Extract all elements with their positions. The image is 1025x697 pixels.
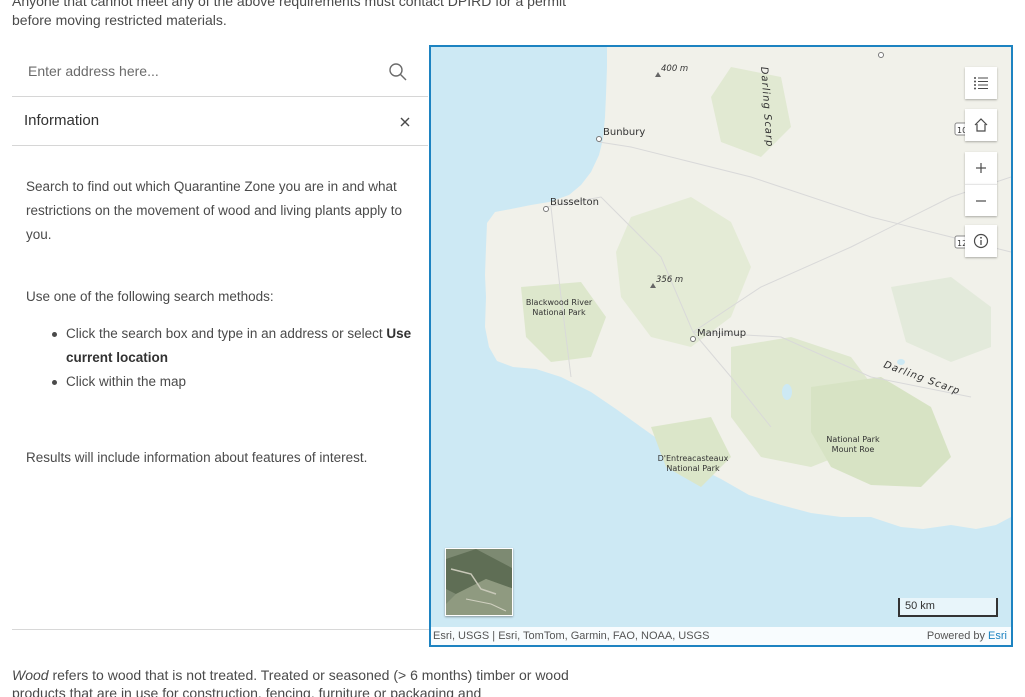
- wood-term: Wood: [12, 667, 49, 683]
- search-widget: [12, 47, 428, 97]
- map-label-busselton: Busselton: [550, 197, 599, 208]
- info-panel-header: Information: [12, 97, 428, 146]
- list-item: Click within the map: [52, 370, 418, 394]
- zoom-out-button[interactable]: [965, 184, 997, 216]
- search-methods-list: Click the search box and type in an addr…: [52, 322, 418, 394]
- address-search-input[interactable]: [18, 55, 378, 87]
- map-view[interactable]: Bunbury Busselton Manjimup Blackwood Riv…: [429, 45, 1013, 647]
- map-label-mount-roe: Mount Roe: [832, 445, 875, 454]
- town-marker: [690, 336, 696, 342]
- info-panel-body: Search to find out which Quarantine Zone…: [26, 175, 418, 470]
- home-button[interactable]: [965, 109, 997, 141]
- powered-by-text: Powered by: [926, 630, 985, 642]
- zoom-in-icon: [976, 163, 986, 173]
- zoom-out-icon: [976, 200, 986, 202]
- scale-bar: 50 km: [898, 598, 998, 617]
- wood-definition-paragraph: Wood refers to wood that is not treated.…: [12, 666, 572, 697]
- map-label-manjimup: Manjimup: [697, 328, 746, 339]
- home-icon: [974, 118, 988, 132]
- info-description: Search to find out which Quarantine Zone…: [26, 179, 402, 242]
- map-label-dentreacasteaux-np: National Park: [666, 464, 720, 473]
- map-attribution: Esri, USGS | Esri, TomTom, Garmin, FAO, …: [431, 627, 1011, 645]
- legend-button[interactable]: [965, 67, 997, 99]
- basemap-toggle[interactable]: [445, 548, 513, 616]
- map-label-blackwood-river: Blackwood River: [526, 298, 593, 307]
- attribution-text[interactable]: Esri, USGS | Esri, TomTom, Garmin, FAO, …: [433, 630, 709, 642]
- map-label-np-mount-roe: National Park: [826, 435, 880, 444]
- town-marker: [543, 206, 549, 212]
- search-methods-heading: Use one of the following search methods:: [26, 289, 274, 304]
- map-label-blackwood-np: National Park: [532, 308, 586, 317]
- basemap[interactable]: Bunbury Busselton Manjimup Blackwood Riv…: [431, 47, 1011, 645]
- search-icon[interactable]: [386, 60, 410, 84]
- map-label-elevation-356: 356 m: [656, 275, 683, 285]
- map-label-bunbury: Bunbury: [603, 127, 645, 138]
- lake: [782, 384, 792, 400]
- town-marker: [878, 52, 884, 58]
- legend-icon: [974, 77, 988, 90]
- list-item-text: Click within the map: [66, 374, 187, 389]
- search-info-panel: Information Search to find out which Qua…: [12, 47, 428, 629]
- scale-label: 50 km: [905, 600, 935, 612]
- intro-paragraph: Anyone that cannot meet any of the above…: [12, 0, 567, 28]
- zoom-in-button[interactable]: [965, 152, 997, 184]
- list-item: Click the search box and type in an addr…: [52, 322, 418, 370]
- powered-by: Powered by Esri: [927, 630, 1007, 642]
- esri-link[interactable]: Esri: [988, 630, 1007, 642]
- wood-definition-text: refers to wood that is not treated. Trea…: [12, 667, 569, 697]
- map-label-elevation-400: 400 m: [661, 64, 688, 74]
- close-icon[interactable]: [396, 113, 414, 131]
- town-marker: [596, 136, 602, 142]
- info-icon: [973, 233, 989, 249]
- list-item-text: Click the search box and type in an addr…: [66, 326, 387, 341]
- satellite-thumbnail-icon: [446, 549, 512, 615]
- divider: [12, 629, 430, 630]
- map-label-dentreacasteaux: D'Entreacasteaux: [658, 454, 729, 463]
- results-note: Results will include information about f…: [26, 450, 368, 465]
- info-panel-title: Information: [24, 112, 100, 129]
- info-button[interactable]: [965, 225, 997, 257]
